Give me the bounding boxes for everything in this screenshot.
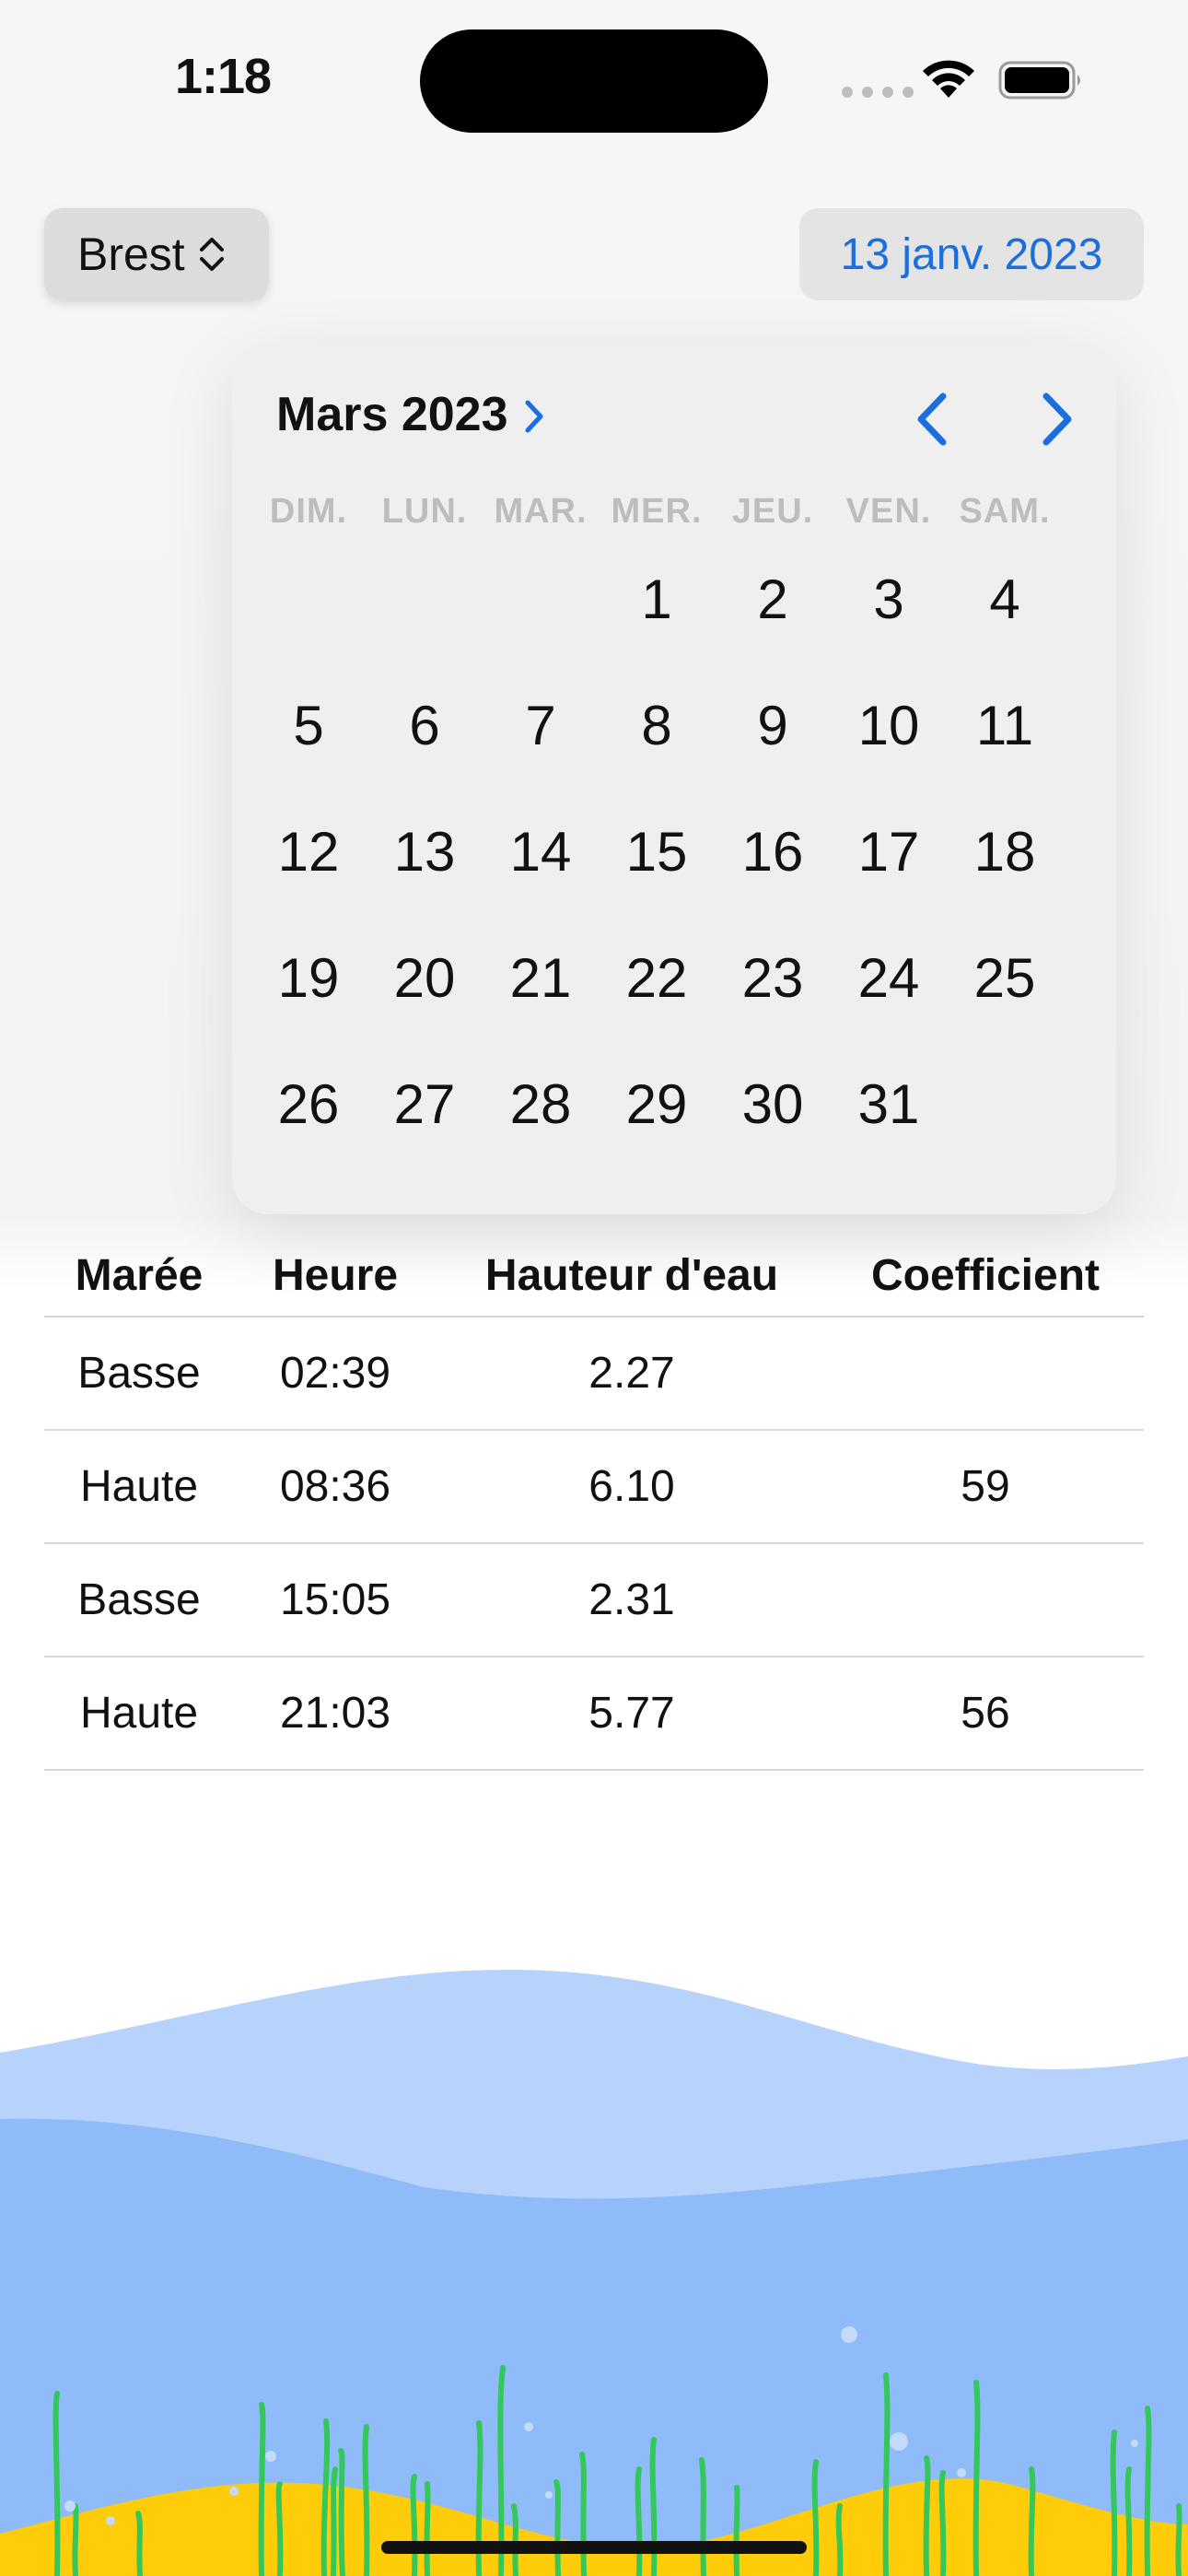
status-time: 1:18 <box>175 49 272 104</box>
calendar-popup: Mars 2023 DIM. LUN. MAR. MER. JEU. VEN. … <box>232 345 1116 1214</box>
tide-time-cell: 08:36 <box>234 1430 437 1544</box>
calendar-day-2[interactable]: 2 <box>715 536 831 662</box>
next-month-button[interactable] <box>1030 387 1085 451</box>
calendar-day-14[interactable]: 14 <box>483 789 599 915</box>
calendar-day-grid: 1 2 3 4 5 6 7 8 9 10 11 12 13 14 15 16 17 18 19 20 21 22 23 24 2… <box>250 536 1063 1167</box>
calendar-day-23[interactable]: 23 <box>715 915 831 1041</box>
calendar-day-6[interactable]: 6 <box>367 662 483 789</box>
city-label: Brest <box>77 228 185 280</box>
weekday-label: MER. <box>611 492 703 531</box>
tide-time-cell: 21:03 <box>234 1657 437 1771</box>
tide-time-cell: 02:39 <box>234 1317 437 1431</box>
calendar-day-12[interactable]: 12 <box>250 789 367 915</box>
calendar-day-15[interactable]: 15 <box>599 789 715 915</box>
column-header-time: Heure <box>234 1235 437 1317</box>
calendar-day-22[interactable]: 22 <box>599 915 715 1041</box>
calendar-day-19[interactable]: 19 <box>250 915 367 1041</box>
calendar-day-1[interactable]: 1 <box>599 536 715 662</box>
tide-app-screen: 1:18 Brest 13 janv. 2023 Mars 2023 DIM. … <box>0 0 1188 2576</box>
tide-height-cell: 2.27 <box>437 1317 827 1431</box>
dynamic-island <box>420 29 768 133</box>
chevron-up-down-icon <box>199 238 224 271</box>
tide-coefficient-cell: 59 <box>827 1430 1144 1544</box>
date-picker-button[interactable]: 13 janv. 2023 <box>799 208 1144 300</box>
column-header-coefficient: Coefficient <box>827 1235 1144 1317</box>
wifi-icon <box>923 60 974 98</box>
calendar-day-8[interactable]: 8 <box>599 662 715 789</box>
tide-height-cell: 2.31 <box>437 1543 827 1657</box>
month-year-selector[interactable]: Mars 2023 <box>276 387 545 442</box>
calendar-day-9[interactable]: 9 <box>715 662 831 789</box>
calendar-day-10[interactable]: 10 <box>831 662 947 789</box>
tide-type-cell: Basse <box>44 1543 234 1657</box>
calendar-day-28[interactable]: 28 <box>483 1041 599 1167</box>
weekday-header: DIM. LUN. MAR. MER. JEU. VEN. SAM. <box>250 492 1061 532</box>
weekday-label: LUN. <box>381 492 468 531</box>
column-header-tide: Marée <box>44 1235 234 1317</box>
tide-coefficient-cell: 56 <box>827 1657 1144 1771</box>
calendar-day-25[interactable]: 25 <box>947 915 1063 1041</box>
table-row: Haute 21:03 5.77 56 <box>44 1657 1144 1771</box>
calendar-blank-cell <box>367 536 483 662</box>
city-picker-button[interactable]: Brest <box>44 208 269 300</box>
calendar-day-16[interactable]: 16 <box>715 789 831 915</box>
column-header-height: Hauteur d'eau <box>437 1235 827 1317</box>
ocean-illustration <box>0 1969 1188 2576</box>
calendar-day-21[interactable]: 21 <box>483 915 599 1041</box>
calendar-day-5[interactable]: 5 <box>250 662 367 789</box>
tide-height-cell: 6.10 <box>437 1430 827 1544</box>
table-row: Basse 15:05 2.31 <box>44 1543 1144 1657</box>
calendar-day-4[interactable]: 4 <box>947 536 1063 662</box>
weekday-label: DIM. <box>269 492 348 531</box>
calendar-day-31[interactable]: 31 <box>831 1041 947 1167</box>
month-year-label: Mars 2023 <box>276 388 508 441</box>
calendar-day-17[interactable]: 17 <box>831 789 947 915</box>
cellular-signal-icon <box>842 87 914 98</box>
table-row: Basse 02:39 2.27 <box>44 1317 1144 1431</box>
calendar-day-27[interactable]: 27 <box>367 1041 483 1167</box>
table-row: Haute 08:36 6.10 59 <box>44 1430 1144 1544</box>
calendar-day-3[interactable]: 3 <box>831 536 947 662</box>
calendar-day-20[interactable]: 20 <box>367 915 483 1041</box>
calendar-day-7[interactable]: 7 <box>483 662 599 789</box>
tide-time-cell: 15:05 <box>234 1543 437 1657</box>
tide-height-cell: 5.77 <box>437 1657 827 1771</box>
calendar-day-13[interactable]: 13 <box>367 789 483 915</box>
battery-icon <box>998 61 1080 100</box>
chevron-right-icon <box>525 400 543 433</box>
tide-type-cell: Basse <box>44 1317 234 1431</box>
calendar-day-18[interactable]: 18 <box>947 789 1063 915</box>
weekday-label: JEU. <box>731 492 814 531</box>
calendar-day-30[interactable]: 30 <box>715 1041 831 1167</box>
calendar-blank-cell <box>483 536 599 662</box>
calendar-blank-cell <box>250 536 367 662</box>
table-header-row: Marée Heure Hauteur d'eau Coefficient <box>44 1235 1144 1317</box>
tide-table: Marée Heure Hauteur d'eau Coefficient Ba… <box>44 1235 1144 1771</box>
calendar-day-11[interactable]: 11 <box>947 662 1063 789</box>
home-indicator[interactable] <box>381 2541 807 2554</box>
previous-month-button[interactable] <box>904 387 960 451</box>
tide-type-cell: Haute <box>44 1657 234 1771</box>
calendar-day-29[interactable]: 29 <box>599 1041 715 1167</box>
calendar-day-26[interactable]: 26 <box>250 1041 367 1167</box>
tide-type-cell: Haute <box>44 1430 234 1544</box>
weekday-label: VEN. <box>845 492 932 531</box>
weekday-label: MAR. <box>494 492 588 531</box>
weekday-label: SAM. <box>959 492 1051 531</box>
tide-coefficient-cell <box>827 1543 1144 1657</box>
calendar-day-24[interactable]: 24 <box>831 915 947 1041</box>
tide-coefficient-cell <box>827 1317 1144 1431</box>
